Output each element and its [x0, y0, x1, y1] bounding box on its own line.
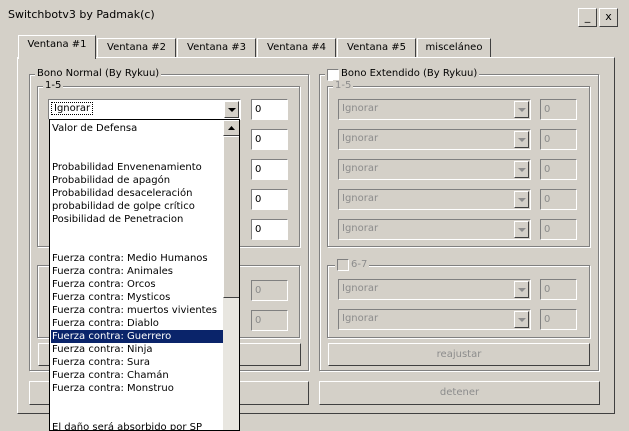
bono-extendido-dropdown-2: Ignorar — [338, 129, 531, 150]
chevron-up-icon — [228, 126, 235, 130]
tab-ventana-3[interactable]: Ventana #3 — [177, 38, 256, 58]
dropdown-option[interactable]: Fuerza contra: Animales — [52, 265, 222, 278]
dropdown-list[interactable]: Valor de Defensa Probabilidad Envenenamie… — [49, 119, 240, 431]
close-button[interactable]: x — [599, 8, 618, 27]
bono-normal-value-1[interactable]: 0 — [251, 99, 288, 120]
dropdown-option[interactable]: Probabilidad Envenenamiento — [52, 161, 222, 174]
tab-miscelaneo[interactable]: misceláneo — [417, 38, 491, 58]
bono-extendido-dropdown-3: Ignorar — [338, 159, 531, 180]
bono-extendido-value-7: 0 — [540, 309, 577, 330]
dropdown-option[interactable]: Posibilidad de Penetracion — [52, 213, 222, 226]
dropdown-option[interactable] — [52, 135, 222, 148]
tab-ventana-4[interactable]: Ventana #4 — [257, 38, 336, 58]
bono-extendido-value-2: 0 — [540, 129, 577, 150]
dropdown-option[interactable]: Fuerza contra: Diablo — [52, 317, 222, 330]
bono-extendido-value-3: 0 — [540, 159, 577, 180]
dropdown-option[interactable]: Fuerza contra: Orcos — [52, 278, 222, 291]
tab-ventana-2[interactable]: Ventana #2 — [97, 38, 176, 58]
dropdown-option[interactable] — [52, 408, 222, 421]
tab-ventana-5[interactable]: Ventana #5 — [337, 38, 416, 58]
bono-extendido-value-6: 0 — [540, 279, 577, 300]
dropdown-option[interactable]: Fuerza contra: Medio Humanos — [52, 252, 222, 265]
bono-extendido-value-4: 0 — [540, 189, 577, 210]
window-title: Switchbotv3 by Padmak(c) — [8, 8, 155, 21]
bono-extendido-1-5-title: 1-5 — [333, 80, 354, 91]
chevron-down-icon — [514, 311, 529, 328]
dropdown-option[interactable]: probabilidad de golpe crítico — [52, 200, 222, 213]
bono-normal-1-5-title: 1-5 — [43, 80, 64, 91]
bono-extendido-value-5: 0 — [540, 219, 577, 240]
chevron-down-icon — [514, 221, 529, 238]
dropdown-option[interactable]: Fuerza contra: Chamán — [52, 369, 222, 382]
dropdown-option[interactable]: Fuerza contra: Guerrero — [51, 330, 223, 343]
bono-extendido-dropdown-5: Ignorar — [338, 219, 531, 240]
dropdown-option[interactable]: El daño será absorbido por SP — [52, 421, 222, 430]
bono-extendido-dropdown-4: Ignorar — [338, 189, 531, 210]
bono-extendido-dropdown-1: Ignorar — [338, 99, 531, 120]
detener-button[interactable]: detener — [319, 381, 600, 405]
bono-extendido-dropdown-6: Ignorar — [338, 279, 531, 300]
bono-normal-value-3[interactable]: 0 — [251, 159, 288, 180]
dropdown-option[interactable]: Fuerza contra: Mysticos — [52, 291, 222, 304]
dropdown-option[interactable]: Valor de Defensa — [52, 122, 222, 135]
tab-ventana-1[interactable]: Ventana #1 — [18, 35, 96, 59]
dropdown-option[interactable]: Fuerza contra: Monstruo — [52, 382, 222, 395]
bono-extendido-6-7-checkbox — [337, 259, 349, 271]
dropdown-option[interactable] — [52, 226, 222, 239]
bono-normal-value-5[interactable]: 0 — [251, 219, 288, 240]
dropdown-option[interactable]: Fuerza contra: Ninja — [52, 343, 222, 356]
dropdown-scrollbar[interactable] — [223, 120, 239, 430]
dropdown-option[interactable]: Probabilidad de apagón — [52, 174, 222, 187]
chevron-down-icon — [514, 101, 529, 118]
bono-normal-value-6: 0 — [251, 280, 288, 301]
bono-normal-title: Bono Normal (By Rykuu) — [35, 68, 162, 79]
reajustar-button: reajustar — [328, 343, 590, 366]
dropdown-selected-value: Ignorar — [51, 102, 94, 115]
dropdown-option[interactable]: Fuerza contra: muertos vivientes — [52, 304, 222, 317]
chevron-down-icon — [514, 161, 529, 178]
chevron-down-icon — [514, 131, 529, 148]
bono-extendido-value-1: 0 — [540, 99, 577, 120]
dropdown-option[interactable] — [52, 239, 222, 252]
bono-normal-value-7: 0 — [251, 310, 288, 331]
dropdown-option[interactable]: Probabilidad desaceleración — [52, 187, 222, 200]
chevron-down-icon — [514, 281, 529, 298]
bono-extendido-title: Bono Extendido (By Rykuu) — [325, 68, 480, 79]
dropdown-option[interactable] — [52, 395, 222, 408]
chevron-down-icon[interactable] — [224, 101, 239, 118]
bono-extendido-dropdown-7: Ignorar — [338, 309, 531, 330]
minimize-button[interactable]: _ — [578, 8, 597, 27]
bono-normal-value-2[interactable]: 0 — [251, 129, 288, 150]
dropdown-option[interactable]: Fuerza contra: Sura — [52, 356, 222, 369]
dropdown-option[interactable] — [52, 148, 222, 161]
bono-normal-value-4[interactable]: 0 — [251, 189, 288, 210]
chevron-down-icon — [514, 191, 529, 208]
scroll-up-button[interactable] — [223, 120, 239, 136]
bono-normal-dropdown-1[interactable]: Ignorar — [48, 99, 241, 120]
scroll-thumb[interactable] — [223, 136, 239, 298]
